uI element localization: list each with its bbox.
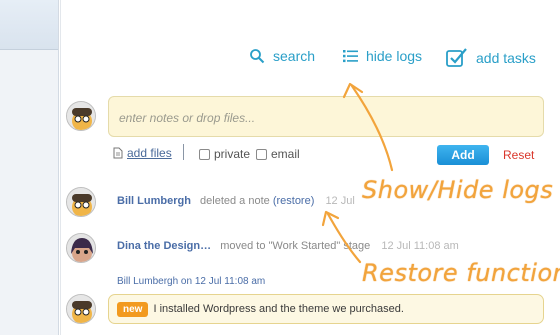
annotation-show-hide-logs: Show/Hide logs: [362, 176, 554, 204]
annotation-restore-function: Restore function: [362, 259, 560, 287]
